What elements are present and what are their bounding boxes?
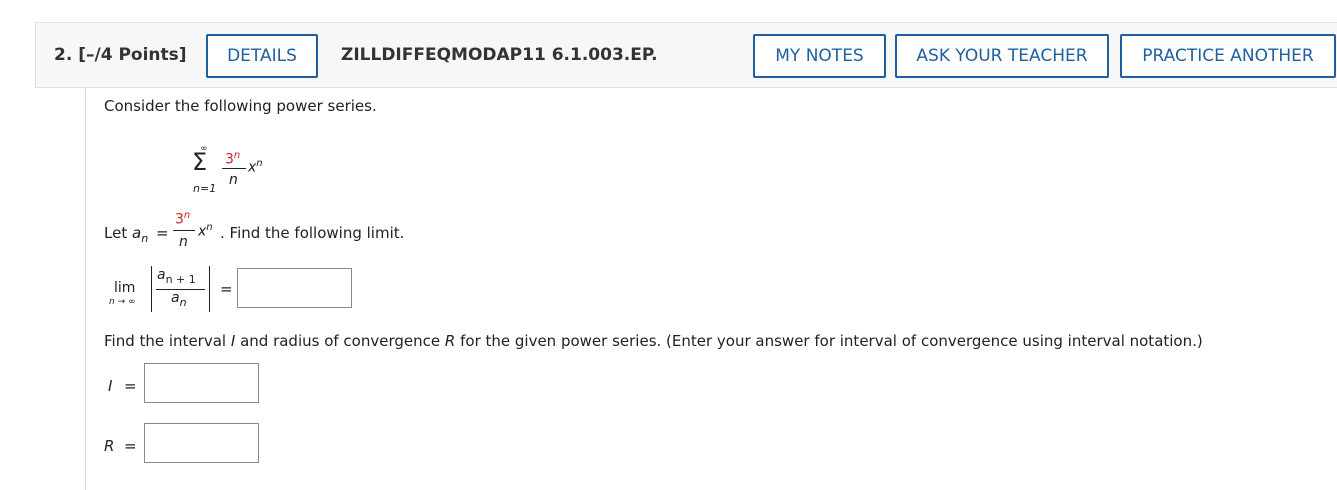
sigma-lower: n=1 [193,182,217,195]
intro-text: Consider the following power series. [104,97,377,115]
let-denominator: n [179,234,188,250]
interval-answer-input[interactable] [144,363,259,403]
series-fraction-bar [222,168,246,169]
problem-code: ZILLDIFFEQMODAP11 6.1.003.EP. [341,45,658,65]
let-x-term: xn [198,222,213,240]
radius-equals: = [124,437,137,455]
ratio-numerator: an + 1 [157,267,196,286]
series-denominator: n [229,172,238,188]
abs-bar-right [209,266,210,312]
question-header: 2. [–/4 Points] DETAILS ZILLDIFFEQMODAP1… [35,22,1337,88]
lim-label: lim [114,280,136,296]
limit-equals: = [220,280,233,298]
let-numerator: 3n [175,210,191,228]
interval-equals: = [124,377,137,395]
question-number: 2. [–/4 Points] [54,45,187,65]
practice-another-button[interactable]: PRACTICE ANOTHER [1120,34,1336,78]
radius-label: R [104,437,115,455]
let-equals: = [156,224,169,242]
radius-answer-input[interactable] [144,423,259,463]
abs-bar-left [151,266,152,312]
let-prefix: Let [104,224,128,242]
left-rule [85,89,86,490]
interval-prompt: Find the interval I and radius of conver… [104,332,1203,350]
ask-your-teacher-button[interactable]: ASK YOUR TEACHER [895,34,1109,78]
let-a: an [132,224,149,245]
details-button[interactable]: DETAILS [206,34,318,78]
sigma-symbol: Σ [192,148,208,176]
interval-label: I [108,377,113,395]
let-suffix: . Find the following limit. [220,224,405,242]
limit-answer-input[interactable] [237,268,352,308]
series-numerator: 3n [225,150,241,168]
lim-under: n → ∞ [109,297,136,307]
ratio-denominator: an [171,290,187,309]
series-x-term: xn [248,158,263,176]
my-notes-button[interactable]: MY NOTES [753,34,886,78]
let-fraction-bar [173,230,195,231]
